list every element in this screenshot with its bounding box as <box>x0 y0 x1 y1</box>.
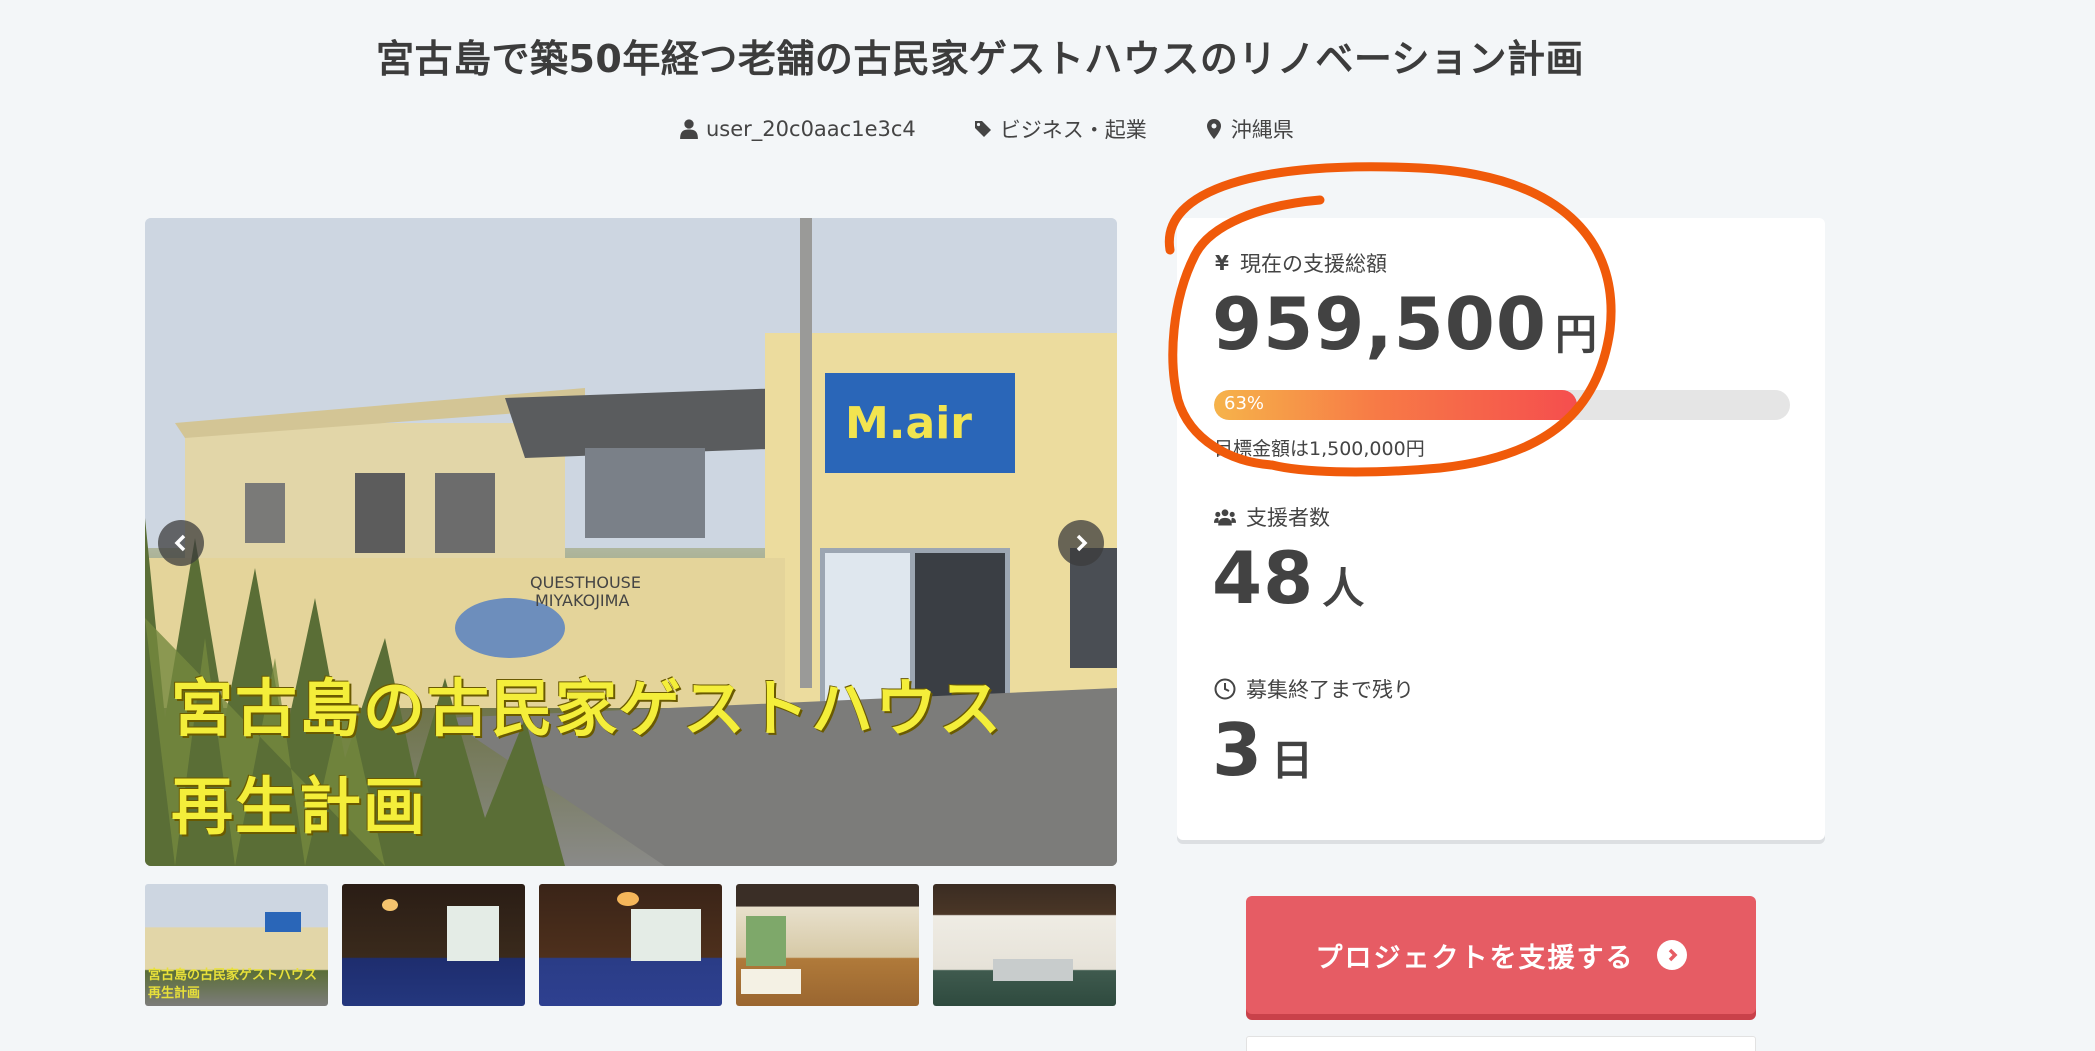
backers-unit: 人 <box>1322 564 1365 613</box>
meta-user[interactable]: user_20c0aac1e3c4 <box>680 117 916 141</box>
user-icon <box>680 119 698 139</box>
thumbnail-1-caption-line1: 宮古島の古民家ゲストハウス <box>148 968 318 983</box>
thumbnail-2-lamp <box>382 899 398 911</box>
support-project-button[interactable]: プロジェクトを支援する <box>1246 896 1756 1014</box>
support-button-label: プロジェクトを支援する <box>1315 942 1635 974</box>
chevron-circle-right-icon <box>1656 940 1687 970</box>
thumbnail-1-caption-line2: 再生計画 <box>148 986 201 1001</box>
thumbnail-1-caption: 宮古島の古民家ゲストハウス 再生計画 <box>148 967 317 1003</box>
thumbnail-3-lamp <box>617 892 639 906</box>
thumbnail-strip: 宮古島の古民家ゲストハウス 再生計画 <box>145 884 1116 1006</box>
thumbnail-3-window <box>631 909 701 961</box>
hero-caption: 宮古島の古民家ゲストハウス 再生計画 <box>171 660 1003 856</box>
thumbnail-4[interactable] <box>736 884 919 1006</box>
remaining-value: 3 <box>1212 708 1264 792</box>
meta-location-label: 沖縄県 <box>1230 118 1294 142</box>
amount-display: 959,500 円 <box>1212 282 1597 366</box>
thumbnail-5[interactable] <box>933 884 1116 1006</box>
hero-caption-line1: 宮古島の古民家ゲストハウス <box>171 672 1004 745</box>
progress-percent: 63% <box>1224 393 1265 414</box>
project-main-image[interactable]: M.air QUESTHOUSE MIYAKOJIMA 宮古島の古民家ゲストハウ… <box>145 218 1117 866</box>
meta-location[interactable]: 沖縄県 <box>1205 114 1294 144</box>
remaining-display: 3日 <box>1212 708 1313 792</box>
slider-prev-button[interactable] <box>158 520 204 566</box>
thumbnail-5-counter <box>993 959 1073 981</box>
clock-icon <box>1214 678 1236 700</box>
chevron-left-icon <box>174 534 186 552</box>
funding-stats-card: ¥ 現在の支援総額 959,500 円 63% 目標金額は1,500,000円 支… <box>1177 218 1825 840</box>
svg-text:MIYAKOJIMA: MIYAKOJIMA <box>535 591 629 610</box>
remaining-label-text: 募集終了まで残り <box>1246 678 1414 702</box>
meta-category[interactable]: ビジネス・起業 <box>974 114 1147 144</box>
goal-amount: 目標金額は1,500,000円 <box>1214 438 1425 460</box>
progress-fill: 63% <box>1214 390 1577 420</box>
meta-category-label: ビジネス・起業 <box>999 118 1147 142</box>
thumbnail-2-window <box>447 906 499 961</box>
amount-label-text: 現在の支援総額 <box>1240 252 1387 276</box>
page-title: 宮古島で築50年経つ老舗の古民家ゲストハウスのリノベーション計画 <box>375 37 1585 81</box>
meta-user-label: user_20c0aac1e3c4 <box>706 117 916 141</box>
backers-label: 支援者数 <box>1214 502 1330 532</box>
thumbnail-1[interactable]: 宮古島の古民家ゲストハウス 再生計画 <box>145 884 328 1006</box>
thumbnail-2[interactable] <box>342 884 525 1006</box>
chevron-right-icon <box>1076 534 1088 552</box>
backers-value: 48 <box>1212 536 1315 620</box>
remaining-unit: 日 <box>1271 736 1314 785</box>
project-meta: user_20c0aac1e3c4 ビジネス・起業 沖縄県 <box>680 114 1294 144</box>
map-pin-icon <box>1206 119 1221 139</box>
amount-unit: 円 <box>1554 310 1597 359</box>
secondary-panel <box>1246 1036 1756 1051</box>
remaining-label: 募集終了まで残り <box>1214 674 1414 704</box>
thumbnail-4-table <box>741 969 801 994</box>
slider-next-button[interactable] <box>1058 520 1104 566</box>
users-icon <box>1214 509 1236 526</box>
svg-text:M.air: M.air <box>845 398 972 449</box>
amount-value: 959,500 <box>1212 282 1547 366</box>
amount-label: ¥ 現在の支援総額 <box>1214 248 1387 278</box>
yen-icon: ¥ <box>1215 251 1229 275</box>
backers-label-text: 支援者数 <box>1246 506 1330 530</box>
thumbnail-1-sign <box>265 912 301 932</box>
progress-bar: 63% <box>1214 390 1790 420</box>
backers-display: 48 人 <box>1212 536 1364 620</box>
hero-caption-line2: 再生計画 <box>171 770 428 843</box>
thumbnail-3[interactable] <box>539 884 722 1006</box>
tag-icon <box>974 121 991 137</box>
thumbnail-4-window <box>746 916 786 966</box>
svg-text:QUESTHOUSE: QUESTHOUSE <box>530 573 641 592</box>
